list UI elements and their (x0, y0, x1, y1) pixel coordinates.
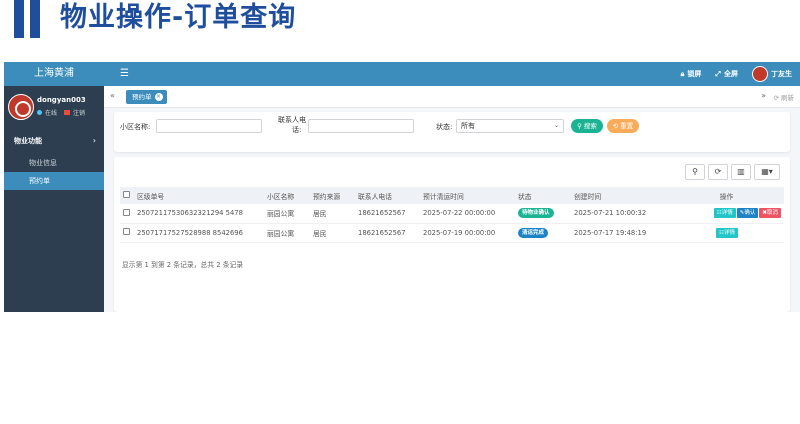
col-actions: 操作 (719, 192, 734, 201)
detail-button[interactable]: ☷详情 (713, 208, 736, 219)
fullscreen-label: 全屏 (724, 70, 738, 78)
select-all-checkbox[interactable] (123, 191, 130, 198)
community-input[interactable] (156, 119, 262, 133)
expected-time: 2025-07-22 00:00:00 (423, 209, 496, 218)
chevron-down-icon: ⌄ (553, 122, 559, 129)
columns-icon[interactable]: ▥ (731, 164, 751, 180)
reset-button-label: 重置 (620, 122, 634, 130)
orders-table: 区级单号 小区名称 预约来源 联系人电话 预计清运时间 状态 创建时间 操作 2… (120, 187, 784, 243)
created-time: 2025-07-17 19:48:19 (574, 228, 647, 237)
col-community[interactable]: 小区名称 (264, 187, 310, 204)
row-checkbox[interactable] (123, 228, 130, 235)
created-time: 2025-07-21 10:00:32 (574, 209, 647, 218)
refresh-icon[interactable]: ⟳ (708, 164, 728, 180)
lock-screen-button[interactable]: 🔒︎ 锁屏 (681, 69, 702, 79)
avatar (752, 66, 768, 82)
slide-accent-bar (30, 0, 40, 38)
source: 居民 (313, 229, 327, 238)
table-toolbar: ⚲ ⟳ ▥ ▦▾ (685, 164, 780, 180)
logout-link[interactable]: 注销 (73, 108, 85, 117)
lock-icon: 🔒︎ (680, 69, 685, 78)
col-expected-time[interactable]: 预计清运时间 (420, 187, 515, 204)
col-source[interactable]: 预约来源 (310, 187, 355, 204)
row-checkbox[interactable] (123, 208, 130, 216)
lock-label: 锁屏 (687, 70, 702, 78)
user-menu[interactable]: 丁友生 (752, 66, 792, 82)
community: 丽园公寓 (267, 210, 295, 219)
search-panel: 小区名称: 联系人电 话: 状态: 所有 ⌄ ⚲ 搜索 ⟲ 重置 (114, 112, 790, 152)
expected-time: 2025-07-19 00:00:00 (423, 228, 496, 237)
confirm-label: 确认 (744, 210, 756, 217)
pagination-summary: 显示第 1 到第 2 条记录，总共 2 条记录 (122, 261, 244, 269)
status-select[interactable]: 所有 ⌄ (456, 119, 564, 133)
order-no: 25071717527528988 8542696 (137, 228, 243, 237)
close-icon[interactable]: × (154, 93, 163, 101)
avatar (8, 94, 34, 120)
fullscreen-icon: ⤢ (715, 69, 721, 78)
menu-toggle-icon[interactable]: ☰ (120, 68, 129, 80)
user-status: 在线 注销 (37, 108, 85, 117)
slide-title: 物业操作-订单查询 (60, 2, 297, 33)
top-right-actions: 🔒︎ 锁屏 ⤢ 全屏 丁友生 (681, 62, 800, 86)
status-label: 状态: (436, 123, 453, 131)
phone: 18621652567 (358, 209, 406, 218)
tab-scroll-right-icon[interactable]: » (761, 91, 766, 100)
table-header-row: 区级单号 小区名称 预约来源 联系人电话 预计清运时间 状态 创建时间 操作 (120, 187, 784, 204)
top-user-name: 丁友生 (771, 70, 792, 78)
online-dot-icon (37, 110, 42, 115)
detail-label: 详情 (721, 210, 733, 217)
col-phone[interactable]: 联系人电话 (355, 187, 420, 204)
refresh-label: 刷新 (781, 94, 794, 102)
sidebar-group-label: 物业功能 (14, 137, 42, 145)
table-row: 25071717527528988 8542696 丽园公寓 居民 186216… (120, 223, 784, 242)
sidebar-item-reservations[interactable]: 预约单 (4, 172, 104, 190)
tab-bar: « 预约单 × » ⟳ 刷新 (104, 86, 800, 108)
source: 居民 (313, 210, 327, 219)
detail-button[interactable]: ☷详情 (716, 227, 738, 238)
user-name: dongyan003 (37, 96, 86, 104)
cancel-button[interactable]: ✖取消 (759, 208, 781, 219)
col-created[interactable]: 创建时间 (571, 187, 669, 204)
slide-accent-bar (14, 0, 24, 38)
table-panel: ⚲ ⟳ ▥ ▦▾ 区级单号 小区名称 预约来源 联系人电话 预计清运时间 状态 … (114, 157, 790, 312)
order-no: 25072117530632321294 5478 (137, 209, 243, 218)
tab-reservations[interactable]: 预约单 × (126, 90, 167, 104)
chevron-down-icon: › (92, 136, 96, 145)
tab-label: 预约单 (132, 93, 152, 101)
slide: 物业操作-订单查询 上海黄浦 dongyan003 在线 注销 物业功能 › 物… (0, 0, 800, 424)
sidebar-item-property-info[interactable]: 物业信息 (4, 154, 104, 172)
sidebar: 上海黄浦 dongyan003 在线 注销 物业功能 › 物业信息 预约单 (4, 62, 104, 312)
search-button-label: 搜索 (583, 122, 597, 130)
phone-label: 联系人电 (278, 116, 306, 124)
phone: 18621652567 (358, 228, 406, 237)
col-order-no[interactable]: 区级单号 (134, 187, 264, 204)
confirm-button[interactable]: ✎确认 (736, 208, 759, 219)
search-icon[interactable]: ⚲ (685, 164, 705, 180)
phone-input[interactable] (308, 119, 414, 133)
col-status[interactable]: 状态 (515, 187, 571, 204)
logout-icon[interactable] (64, 110, 71, 115)
tab-scroll-left-icon[interactable]: « (110, 91, 115, 100)
community-label: 小区名称: (120, 123, 151, 131)
top-navbar: ☰ 🔒︎ 锁屏 ⤢ 全屏 丁友生 (104, 62, 800, 86)
user-panel: dongyan003 在线 注销 (4, 86, 104, 128)
online-label: 在线 (45, 110, 58, 117)
status-select-value: 所有 (461, 122, 475, 130)
brand-logo-text: 上海黄浦 (4, 62, 104, 86)
status-badge: 待物业确认 (518, 208, 554, 219)
status-badge: 清运完成 (518, 227, 549, 238)
phone-label-cont: 话: (292, 126, 302, 134)
fullscreen-button[interactable]: ⤢ 全屏 (715, 69, 738, 79)
app-window: 上海黄浦 dongyan003 在线 注销 物业功能 › 物业信息 预约单 ☰ (4, 62, 800, 312)
search-button[interactable]: ⚲ 搜索 (571, 119, 603, 133)
community: 丽园公寓 (267, 229, 295, 238)
refresh-tab-button[interactable]: ⟳ 刷新 (773, 92, 794, 102)
export-grid-icon[interactable]: ▦▾ (754, 164, 780, 180)
table-row: 25072117530632321294 5478 丽园公寓 居民 186216… (120, 204, 784, 223)
cancel-label: 取消 (766, 210, 778, 217)
reset-button[interactable]: ⟲ 重置 (607, 119, 639, 133)
sidebar-group-property[interactable]: 物业功能 › (4, 128, 104, 154)
detail-label: 详情 (723, 229, 735, 236)
